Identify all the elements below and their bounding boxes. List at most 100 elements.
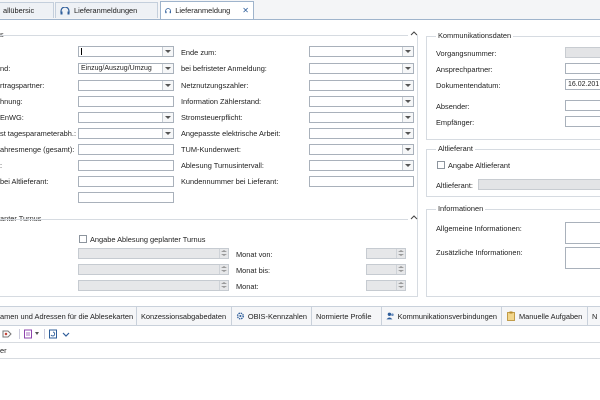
chevron-down-icon	[402, 161, 413, 170]
tab-namen-adressen[interactable]: amen und Adressen für die Ablesekarten	[0, 307, 137, 325]
vertragspartner-select[interactable]	[78, 80, 174, 91]
tagesparameter-select[interactable]	[78, 128, 174, 139]
tab-more[interactable]: N	[588, 307, 600, 325]
jahresmenge-label: ahresmenge (gesamt):	[0, 145, 75, 154]
altlieferant-checkbox[interactable]	[437, 161, 445, 169]
chevron-down-icon	[402, 97, 413, 106]
detail-row: er	[0, 343, 600, 359]
ablesung-turnusintervall-label: Ablesung Turnusintervall:	[181, 161, 264, 170]
spinner-icon[interactable]	[396, 265, 405, 274]
empfaenger-input[interactable]	[565, 116, 600, 127]
monat-von-spin[interactable]	[366, 248, 406, 259]
ansprechpartner-input[interactable]	[565, 63, 600, 74]
netznutzungszahler-select[interactable]	[309, 80, 414, 91]
tab-lieferanmeldung[interactable]: Lieferanmeldung ✕	[160, 1, 254, 19]
chevron-down-icon[interactable]	[35, 332, 39, 335]
zeichnung-input[interactable]	[78, 96, 174, 107]
chevron-down-icon	[402, 129, 413, 138]
close-icon[interactable]: ✕	[242, 6, 249, 15]
field-label: :	[0, 161, 3, 170]
monat-bis-spin[interactable]	[366, 264, 406, 275]
empfaenger-label: Empfänger:	[436, 118, 475, 127]
collapse-chevron-icon[interactable]	[410, 214, 418, 222]
ende-zum-select[interactable]	[309, 46, 414, 57]
monat-label: Monat:	[236, 282, 259, 291]
field-input[interactable]	[78, 160, 174, 171]
turnus-spin-3[interactable]	[78, 280, 229, 291]
chevron-down-icon	[162, 47, 173, 56]
chevron-down-icon	[162, 64, 173, 73]
tab-konzessionsabgabedaten[interactable]: Konzessionsabgabedaten	[137, 307, 232, 325]
allgemeine-informationen-label: Allgemeine Informationen:	[436, 224, 522, 233]
bei-altlieferant-input[interactable]	[78, 176, 174, 187]
turnus-spin-1[interactable]	[78, 248, 229, 259]
toolbar-separator	[44, 329, 45, 339]
monat-spin[interactable]	[366, 280, 406, 291]
vertragspartner-label: rtragspartner:	[0, 81, 45, 90]
tab-allubersicht[interactable]: allübersic	[0, 2, 54, 18]
refresh-document-icon[interactable]	[48, 329, 58, 339]
group-header-turnus: anter Turnus	[0, 214, 418, 223]
tum-kundenwert-select[interactable]	[309, 144, 414, 155]
spinner-icon[interactable]	[396, 249, 405, 258]
headset-icon	[165, 7, 171, 13]
row-label: er	[0, 346, 7, 355]
chevron-down-icon	[162, 129, 173, 138]
ablesung-turnusintervall-select[interactable]	[309, 160, 414, 171]
status-select[interactable]: Einzug/Auszug/Umzug	[78, 63, 174, 74]
tab-label: allübersic	[3, 6, 35, 15]
spinner-icon[interactable]	[396, 281, 405, 290]
tab-lieferanmeldungen[interactable]: Lieferanmeldungen	[55, 2, 158, 18]
altlieferant-field-label: Altlieferant:	[436, 181, 473, 190]
dokumentendatum-input[interactable]: 16.02.201	[565, 79, 600, 90]
kundennummer-input[interactable]	[309, 176, 414, 187]
information-zahlerstand-label: Information Zählerstand:	[181, 97, 262, 106]
jahresmenge-input[interactable]	[78, 144, 174, 155]
turnus-checkbox[interactable]	[79, 235, 87, 243]
turnus-spin-2[interactable]	[78, 264, 229, 275]
altlieferant-input[interactable]	[478, 179, 600, 190]
extra-input[interactable]	[78, 192, 174, 203]
stromsteuerpflicht-select[interactable]	[309, 112, 414, 123]
headset-icon	[60, 6, 70, 14]
spinner-icon[interactable]	[219, 281, 228, 290]
bei-altlieferant-label: bei Altlieferant:	[0, 177, 49, 186]
information-zahlerstand-select[interactable]	[309, 96, 414, 107]
spinner-icon[interactable]	[219, 265, 228, 274]
spinner-icon[interactable]	[219, 249, 228, 258]
enwg-select[interactable]	[78, 112, 174, 123]
tab-obis-kennzahlen[interactable]: OBIS-Kennzahlen	[232, 307, 312, 325]
toolbar-separator	[19, 329, 20, 339]
angepasste-arbeit-label: Angepasste elektrische Arbeit:	[181, 129, 281, 138]
delete-icon[interactable]	[1, 329, 13, 339]
vorgangsnummer-input[interactable]	[565, 47, 600, 58]
detail-tab-bar: amen und Adressen für die Ablesekarten K…	[0, 306, 600, 326]
altlieferant-checkbox-label: Angabe Altlieferant	[448, 161, 511, 170]
altlieferant-title: Altlieferant	[436, 144, 475, 153]
turnus-checkbox-label: Angabe Ablesung geplanter Turnus	[90, 235, 206, 244]
group-header-main: s	[0, 30, 418, 39]
absender-input[interactable]	[565, 100, 600, 111]
zeichnung-label: hnung:	[0, 97, 23, 106]
monat-bis-label: Monat bis:	[236, 266, 271, 275]
ansprechpartner-label: Ansprechpartner:	[436, 65, 493, 74]
chevron-down-icon	[162, 113, 173, 122]
angepasste-arbeit-select[interactable]	[309, 128, 414, 139]
chevron-down-icon[interactable]	[62, 330, 70, 338]
tum-kundenwert-label: TUM-Kundenwert:	[181, 145, 241, 154]
status-label: nd:	[0, 64, 11, 73]
zusaetzliche-informationen-label: Zusätzliche Informationen:	[436, 248, 523, 257]
gear-icon	[236, 312, 244, 320]
detail-toolbar	[0, 326, 600, 343]
stromsteuerpflicht-label: Stromsteuerpflicht:	[181, 113, 243, 122]
informationen-title: Informationen	[436, 204, 486, 213]
befristete-anmeldung-select[interactable]	[309, 63, 414, 74]
allgemeine-informationen-textarea[interactable]	[565, 222, 600, 244]
tab-normierte-profile[interactable]: Normierte Profile	[312, 307, 382, 325]
first-select[interactable]	[78, 46, 174, 57]
export-icon[interactable]	[23, 329, 33, 339]
tab-kommunikationsverbindungen[interactable]: Kommunikationsverbindungen	[382, 307, 502, 325]
collapse-chevron-icon[interactable]	[410, 30, 418, 38]
zusaetzliche-informationen-textarea[interactable]	[565, 247, 600, 269]
tab-manuelle-aufgaben[interactable]: Manuelle Aufgaben	[502, 307, 588, 325]
